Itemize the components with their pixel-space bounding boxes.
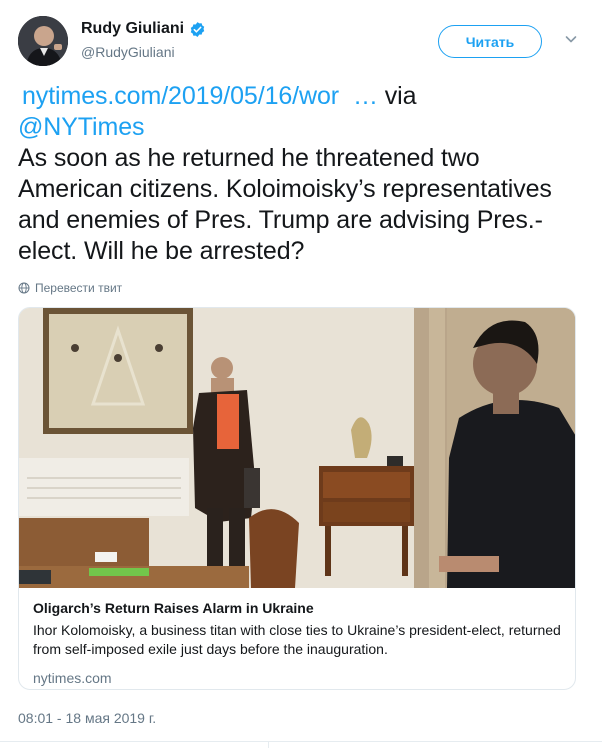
translate-tweet-link[interactable]: Перевести твит	[18, 281, 122, 295]
avatar[interactable]	[18, 16, 68, 66]
via-text: via	[377, 82, 417, 110]
author-name-row[interactable]: Rudy Giuliani	[81, 20, 206, 38]
card-domain: nytimes.com	[33, 670, 112, 686]
tweet-timestamp[interactable]: 08:01 - 18 мая 2019 г.	[18, 710, 156, 726]
globe-icon	[18, 282, 30, 294]
card-body[interactable]: Oligarch’s Return Raises Alarm in Ukrain…	[33, 599, 563, 686]
author-handle[interactable]: @RudyGiuliani	[81, 44, 175, 60]
divider	[0, 741, 602, 742]
translate-label[interactable]: Перевести твит	[35, 281, 122, 295]
tweet-body: As soon as he returned he threatened two…	[18, 144, 552, 265]
display-name[interactable]: Rudy Giuliani	[81, 20, 184, 38]
verified-badge-icon	[189, 21, 206, 38]
card-description: Ihor Kolomoisky, a business titan with c…	[33, 622, 561, 657]
mention-link[interactable]: @NYTimes	[18, 113, 145, 141]
article-link[interactable]: nytimes.com/2019/05/16/wor	[22, 82, 339, 110]
tweet-text: nytimes.com/2019/05/16/wor… via @NYTimes…	[18, 81, 584, 267]
link-preview-card[interactable]: Oligarch’s Return Raises Alarm in Ukrain…	[18, 307, 576, 690]
divider-tick	[268, 741, 269, 748]
follow-button[interactable]: Читать	[438, 25, 542, 58]
link-ellipsis[interactable]: …	[339, 82, 378, 110]
card-image[interactable]	[19, 308, 575, 588]
avatar-image	[18, 16, 68, 66]
card-title[interactable]: Oligarch’s Return Raises Alarm in Ukrain…	[33, 599, 563, 617]
chevron-down-icon[interactable]	[564, 32, 578, 46]
tweet-header: Rudy Giuliani @RudyGiuliani Читать	[18, 16, 584, 68]
